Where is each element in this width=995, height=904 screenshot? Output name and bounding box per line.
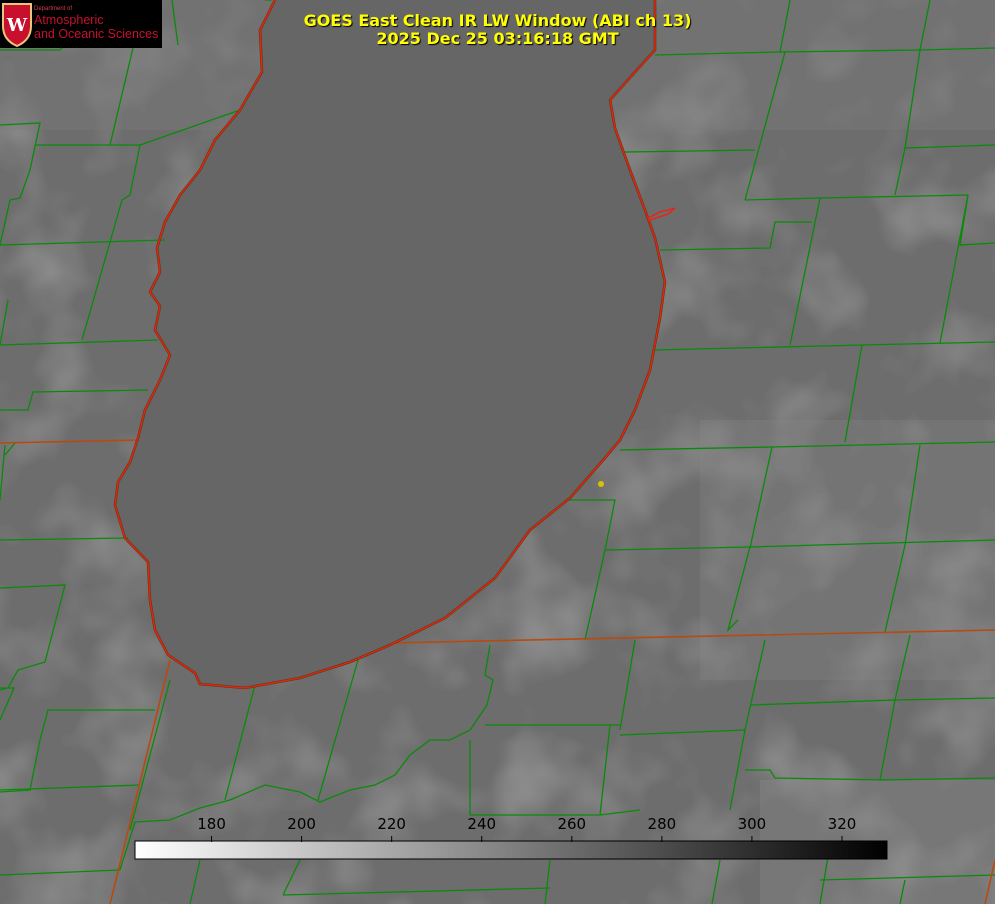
colorbar-tick-label: 300 <box>737 815 767 833</box>
colorbar-tick-label: 200 <box>287 815 316 833</box>
aos-logo: W Department of Atmospheric and Oceanic … <box>0 0 162 48</box>
logo-department-text: Department of <box>34 6 73 12</box>
colorbar-tick-label: 220 <box>377 815 406 833</box>
logo-name-line2: and Oceanic Sciences <box>34 27 159 41</box>
logo-name-line1: Atmospheric <box>34 13 104 27</box>
colorbar-tick-label: 180 <box>197 815 226 833</box>
uw-crest-icon: W <box>2 3 32 48</box>
crest-letter: W <box>6 15 28 36</box>
colorbar-tick-label: 280 <box>647 815 677 833</box>
location-marker <box>598 481 604 487</box>
satellite-image: W Department of Atmospheric and Oceanic … <box>0 0 995 904</box>
colorbar-gradient <box>134 840 888 860</box>
colorbar-tick-label: 260 <box>557 815 587 833</box>
colorbar-tick-label: 240 <box>467 815 497 833</box>
cloud-patch-east <box>700 420 995 680</box>
map-canvas <box>0 0 995 904</box>
colorbar-tick-label: 320 <box>827 815 857 833</box>
